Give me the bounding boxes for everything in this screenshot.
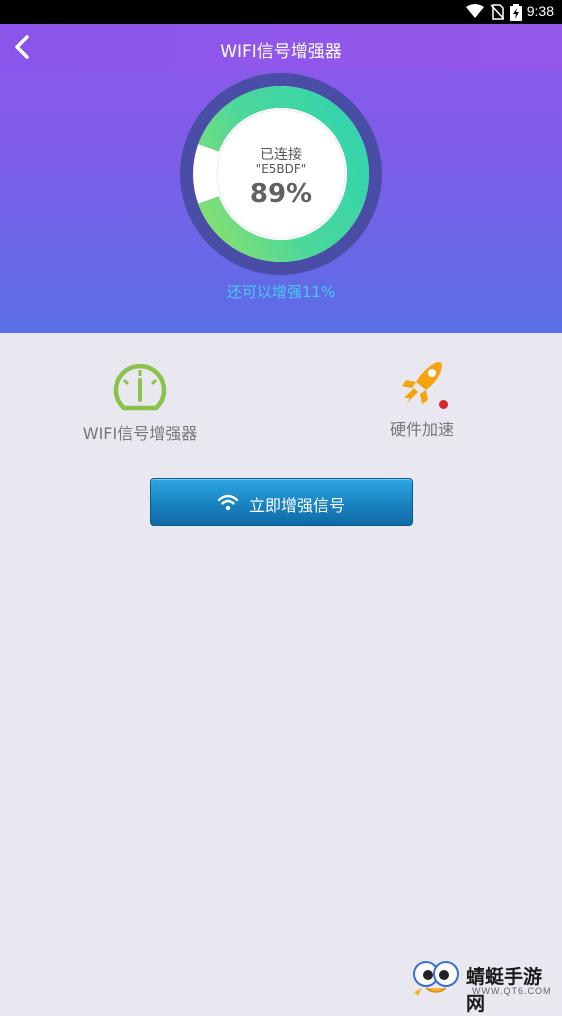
rocket-icon	[402, 362, 442, 404]
no-sim-icon	[490, 4, 504, 20]
boost-hint: 还可以增强11%	[226, 283, 336, 301]
signal-gauge: 已连接 "E5BDF" 89%	[180, 73, 382, 275]
watermark-url: WWW.QT6.COM	[472, 986, 552, 996]
signal-percent: 89%	[249, 179, 313, 209]
status-bar: 9:38	[0, 0, 562, 24]
boost-signal-button[interactable]: 立即增强信号	[150, 478, 413, 526]
watermark: 蜻蜓手游网 WWW.QT6.COM	[412, 958, 560, 1015]
boost-signal-label: 立即增强信号	[249, 496, 346, 515]
wifi-status-icon	[466, 4, 484, 18]
page-title: WIFI信号增强器	[220, 42, 342, 62]
speedometer-icon	[113, 363, 167, 411]
wifi-icon	[217, 494, 239, 511]
feature-label: 硬件加速	[389, 420, 454, 439]
notification-badge	[439, 400, 448, 409]
title-bar: WIFI信号增强器	[0, 24, 562, 70]
dragonfly-logo-icon	[413, 961, 459, 996]
status-time: 9:38	[526, 3, 554, 19]
hero-panel: WIFI信号增强器 已连接 "E5BDF" 89% 还可以增强11%	[0, 24, 562, 333]
network-ssid: "E5BDF"	[255, 162, 307, 176]
connection-status: 已连接	[260, 147, 302, 163]
feature-wifi-booster[interactable]: WIFI信号增强器	[70, 360, 210, 444]
feature-label: WIFI信号增强器	[82, 424, 198, 443]
battery-icon	[510, 4, 522, 21]
feature-hardware-acceleration[interactable]: 硬件加速	[370, 358, 474, 440]
